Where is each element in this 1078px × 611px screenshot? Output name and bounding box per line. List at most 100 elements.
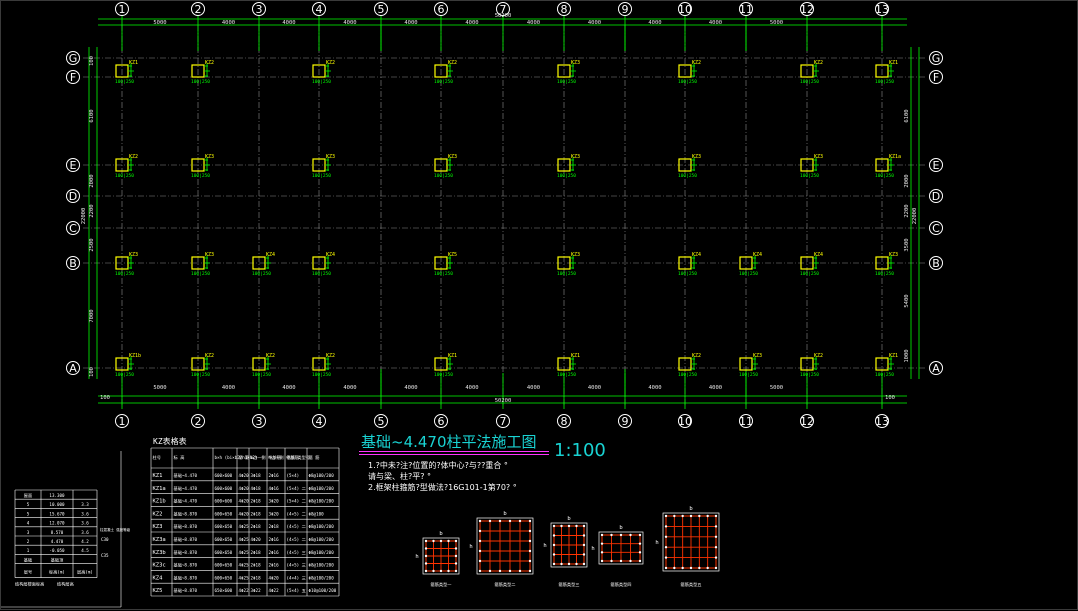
section-bar — [508, 569, 512, 573]
column-size: 100|250 — [557, 79, 576, 85]
kz-table-cell: 4Φ18 — [251, 486, 262, 491]
column-KZ3: KZ3 100|250 — [557, 154, 580, 179]
axis-bubble-9: 9 — [618, 414, 632, 428]
column-tag: KZ1a — [889, 154, 901, 160]
column-KZ1: KZ1 100|250 — [875, 353, 898, 378]
section-bar — [528, 529, 532, 533]
axis-label: 8 — [561, 3, 568, 16]
column-size: 100|250 — [875, 372, 894, 378]
column-KZ4: KZ4 100|250 — [800, 252, 823, 277]
column-size: 100|250 — [312, 79, 331, 85]
column-tag: KZ4 — [266, 252, 275, 258]
column-KZ3: KZ3 100|250 — [678, 154, 701, 179]
column-KZ4: KZ4 100|250 — [678, 252, 701, 277]
section-bar — [518, 569, 522, 573]
column-size: 100|250 — [557, 271, 576, 277]
section-bar — [447, 569, 450, 573]
column-tag: KZ2 — [266, 353, 275, 359]
kz-column-table: KZ表格表柱号标 高 b×h (bi×b2/h1×h2)角 筋 b边一侧 中部筋h边… — [150, 436, 340, 597]
drawing-title: 基础~4.470柱平法施工图 — [361, 433, 537, 451]
column-size: 100|250 — [678, 173, 697, 179]
axis-label: D — [69, 190, 77, 203]
kz-table-cell: KZ3a — [153, 537, 166, 543]
cad-drawing-viewport[interactable]: 5000 4000 4000 4000 4000 4000 4000 4000 4000 4000… — [0, 0, 1078, 610]
kz-table-cell: Φ8@100/200 — [309, 486, 335, 491]
level-cell-elevation: 15.670 — [49, 511, 65, 516]
section-label: 箍筋类型三 — [559, 581, 580, 588]
axis-label: G — [932, 52, 941, 65]
section-bar — [689, 566, 693, 570]
column-tag: KZ1 — [571, 353, 580, 359]
section-bar — [488, 519, 492, 523]
column-layout-plan[interactable]: 5000 4000 4000 4000 4000 4000 4000 4000 4000 4000… — [1, 1, 1078, 611]
kz-table-cell: 基础~4.470 — [174, 472, 198, 479]
level-cell-height: 3.3 — [81, 502, 89, 507]
title-underline-2 — [359, 454, 549, 455]
column-size: 100|250 — [434, 79, 453, 85]
kz-table-cell: (5×4) 二 — [287, 486, 306, 491]
column-KZ3: KZ3 100|250 — [191, 154, 214, 179]
section-bar — [552, 553, 556, 556]
column-tag: KZ2 — [692, 353, 701, 359]
axis-bubble-8: 8 — [557, 414, 571, 428]
section-bar — [528, 519, 532, 523]
column-tag: KZ3 — [326, 154, 335, 160]
column-KZ5: KZ5 100|250 — [434, 252, 457, 277]
kz-table-cell: 2Φ18 — [251, 575, 262, 580]
section-bar — [706, 566, 709, 570]
axis-bubble-2: 2 — [191, 414, 205, 428]
kz-table-cell: 600×650 — [215, 550, 233, 555]
section-bar — [447, 539, 450, 543]
dim-text-bottom: 4000 — [222, 385, 235, 391]
kz-table-cell: 基础~4.470 — [174, 485, 198, 492]
kz-table-cell: 4Φ16 — [269, 486, 280, 491]
section-bar — [600, 551, 604, 554]
column-tag: KZ2 — [326, 353, 335, 359]
kz-table-cell: 600×600 — [215, 473, 233, 478]
section-bar — [664, 546, 668, 549]
kz-table-title: KZ表格表 — [153, 436, 187, 446]
section-dim-h: h — [415, 554, 418, 560]
stirrup-sections: b h 箍筋类型一 b h 箍筋类型二 b h 箍筋类型三 b h 箍筋类型四 b h 箍筋类型五 — [415, 506, 720, 588]
section-bar — [638, 551, 642, 554]
axis-label: 11 — [739, 3, 753, 16]
level-cell-height: 3.6 — [81, 530, 89, 535]
section-bar — [498, 519, 502, 523]
section-bar — [629, 559, 632, 563]
axis-bubble-A: A — [929, 361, 943, 375]
section-bar — [454, 569, 458, 573]
axis-bubble-B: B — [66, 256, 80, 270]
kz-table-cell: KZ3b — [153, 550, 166, 556]
dim-text-right: 2000 — [904, 174, 910, 187]
section-bar — [582, 534, 586, 537]
drawing-scale: 1:100 — [554, 440, 606, 461]
column-tag: KZ4 — [814, 252, 823, 258]
column-KZ2: KZ2 100|250 — [678, 353, 701, 378]
dim-text-right: 5400 — [904, 294, 910, 307]
column-size: 100|250 — [875, 79, 894, 85]
section-bar — [424, 539, 428, 543]
dim-text-top: 5000 — [770, 20, 783, 26]
kz-table-cell: (4×5) 三 — [287, 563, 306, 568]
kz-table-cell: Φ8@100/200 — [309, 575, 335, 580]
section-bar — [681, 514, 684, 518]
section-bar — [478, 519, 482, 523]
section-bar — [560, 562, 563, 566]
dim-text-bottom: 5000 — [153, 385, 166, 391]
axis-bubble-1: 1 — [115, 2, 129, 16]
section-bar — [478, 539, 482, 543]
column-KZ1a: KZ1a 100|250 — [875, 154, 901, 179]
section-bar — [582, 543, 586, 547]
column-size: 100|250 — [115, 79, 134, 85]
section-bar — [518, 519, 522, 523]
kz-table-cell: 4Φ20 — [239, 473, 250, 478]
section-bar — [424, 547, 428, 550]
section-bar — [439, 539, 443, 543]
section-bar — [629, 533, 632, 537]
section-bar — [454, 562, 458, 565]
kz-table-cell: KZ1a — [153, 486, 166, 492]
section-bar — [706, 514, 709, 518]
level-cell-floor: 屋面 — [24, 493, 32, 499]
column-tag: KZ3 — [129, 252, 138, 258]
column-tag: KZ2 — [814, 60, 823, 66]
